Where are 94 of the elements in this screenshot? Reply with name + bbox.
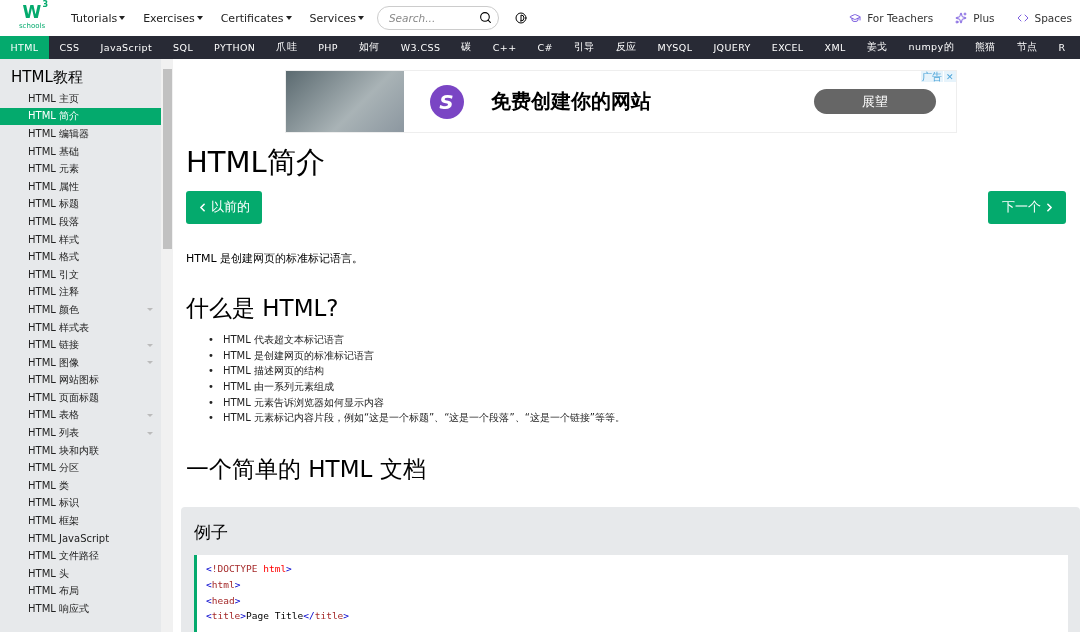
expand-caret-icon (147, 343, 153, 347)
sidebar-item[interactable]: HTML 属性 (0, 177, 161, 196)
nav-tab[interactable]: C++ (482, 36, 528, 59)
scrollbar[interactable] (161, 59, 173, 632)
bullet-marker: • (208, 395, 214, 410)
bullet-marker: • (208, 379, 214, 394)
nav-tab[interactable]: EXCEL (761, 36, 815, 59)
menu-button[interactable]: Services (300, 11, 373, 25)
nav-tab[interactable]: XML (814, 36, 857, 59)
nav-tab[interactable]: 引导 (563, 36, 606, 59)
sidebar-item[interactable]: HTML 注释 (0, 283, 161, 302)
header-link[interactable]: Plus (955, 12, 995, 24)
sidebar-item[interactable]: HTML 文件路径 (0, 547, 161, 566)
sidebar-item[interactable]: HTML 标识 (0, 494, 161, 513)
bullet-item: HTML 代表超文本标记语言 (222, 332, 344, 347)
nav-tab[interactable]: R (1048, 36, 1077, 59)
sidebar-title: HTML教程 (10, 68, 84, 87)
sidebar-item[interactable]: HTML 布局 (0, 582, 161, 601)
nav-tab[interactable]: numpy的 (898, 36, 965, 59)
sidebar-item[interactable]: HTML 段落 (0, 213, 161, 231)
nav-tab[interactable]: 熊猫 (964, 36, 1007, 59)
sidebar-item[interactable]: HTML 标题 (0, 195, 161, 214)
bullet-marker: • (208, 364, 214, 379)
sidebar-item[interactable]: HTML 基础 (0, 142, 161, 161)
sidebar-item[interactable]: HTML 格式 (0, 248, 161, 266)
sidebar-item[interactable]: HTML 头 (0, 565, 161, 583)
sidebar-item[interactable]: HTML 分区 (0, 459, 161, 478)
nav-tab[interactable]: C# (527, 36, 564, 59)
nav-tab[interactable]: JQUERY (702, 36, 762, 59)
sidebar-item[interactable]: HTML 类 (0, 477, 161, 495)
ad-label: 广告 (920, 71, 943, 82)
sidebar-item[interactable]: HTML 框架 (0, 512, 161, 530)
sidebar-item[interactable]: HTML 网站图标 (0, 371, 161, 390)
nav-tab[interactable]: MYSQL (647, 36, 703, 59)
bullet-marker: • (208, 348, 214, 363)
nav-tab[interactable]: 如何 (348, 36, 391, 59)
sidebar-item[interactable]: HTML 列表 (0, 424, 161, 442)
code-icon (1016, 12, 1029, 24)
ad-headline: 免费创建你的网站 (490, 88, 652, 115)
nav-tab[interactable]: 碳 (450, 36, 483, 59)
header-link[interactable]: For Teachers (849, 12, 934, 24)
section-heading: 一个简单的 HTML 文档 (186, 455, 427, 485)
search-icon (478, 11, 492, 24)
sidebar-item[interactable]: HTML JavaScript (0, 529, 161, 548)
nav-tab[interactable]: PYTHON (203, 36, 266, 59)
sidebar-item[interactable]: HTML 块和内联 (0, 441, 161, 460)
sidebar-item[interactable]: HTML 元素 (0, 160, 161, 178)
sidebar-item[interactable]: HTML 引文 (0, 265, 161, 284)
expand-caret-icon (147, 361, 153, 365)
example-title: 例子 (194, 521, 229, 545)
bullet-marker: • (208, 411, 214, 426)
sidebar-item[interactable]: HTML 图像 (0, 353, 161, 372)
sidebar-item[interactable]: HTML 响应式 (0, 600, 161, 618)
graduation-cap-icon (849, 12, 862, 24)
sidebar-item[interactable]: HTML 页面标题 (0, 389, 161, 407)
nav-tab[interactable]: 节点 (1006, 36, 1049, 59)
intro-text: HTML 是创建网页的标准标记语言。 (186, 251, 365, 266)
nav-tab[interactable]: W3.CSS (390, 36, 451, 59)
sidebar-item[interactable]: HTML 样式表 (0, 318, 161, 337)
search-field[interactable]: Search... (376, 6, 499, 30)
ad-logo: S (429, 84, 464, 119)
bullet-item: HTML 是创建网页的标准标记语言 (222, 348, 374, 363)
sidebar-item[interactable]: HTML 样式 (0, 230, 161, 249)
nav-tab[interactable]: 反应 (605, 36, 648, 59)
nav-tab[interactable]: 爪哇 (265, 36, 308, 59)
sidebar-item[interactable]: HTML 编辑器 (0, 125, 161, 143)
contrast-toggle-icon[interactable] (514, 12, 527, 24)
section-heading: 什么是 HTML? (186, 294, 340, 323)
expand-caret-icon (147, 431, 153, 435)
ad-banner[interactable]: S 免费创建你的网站 展望 广告 ✕ (284, 70, 957, 133)
nav-tab[interactable]: CSS (49, 36, 90, 59)
bullet-item: HTML 由一系列元素组成 (222, 379, 334, 394)
bullet-marker: • (208, 332, 214, 347)
bullet-item: HTML 元素标记内容片段，例如“这是一个标题”、“这是一个段落”、“这是一个链接”等等。 (222, 411, 625, 426)
bullet-item: HTML 元素告诉浏览器如何显示内容 (222, 395, 384, 410)
sidebar-item[interactable]: HTML 表格 (0, 406, 161, 425)
sidebar-item[interactable]: HTML 主页 (0, 90, 161, 108)
menu-button[interactable]: Tutorials (62, 11, 135, 25)
sidebar-item[interactable]: HTML 颜色 (0, 301, 161, 319)
header-link[interactable]: Spaces (1016, 12, 1072, 24)
expand-caret-icon (147, 308, 153, 312)
sparkle-icon (955, 12, 968, 24)
ad-button[interactable]: 展望 (813, 89, 936, 114)
nav-tab[interactable]: JavaScript (89, 36, 163, 59)
bullet-item: HTML 描述网页的结构 (222, 364, 324, 379)
sidebar-item[interactable]: HTML 链接 (0, 336, 161, 354)
menu-button[interactable]: Exercises (134, 11, 212, 25)
nav-tab[interactable]: SQL (162, 36, 204, 59)
menu-button[interactable]: Certificates (211, 11, 301, 25)
page-title: HTML简介 (186, 144, 326, 181)
code-block: <!DOCTYPE html> <html> <head> <title>Page Title</title> (194, 555, 1068, 632)
expand-caret-icon (147, 414, 153, 417)
nav-tab[interactable]: PHP (307, 36, 349, 59)
nav-tab[interactable]: 姜戈 (856, 36, 899, 59)
